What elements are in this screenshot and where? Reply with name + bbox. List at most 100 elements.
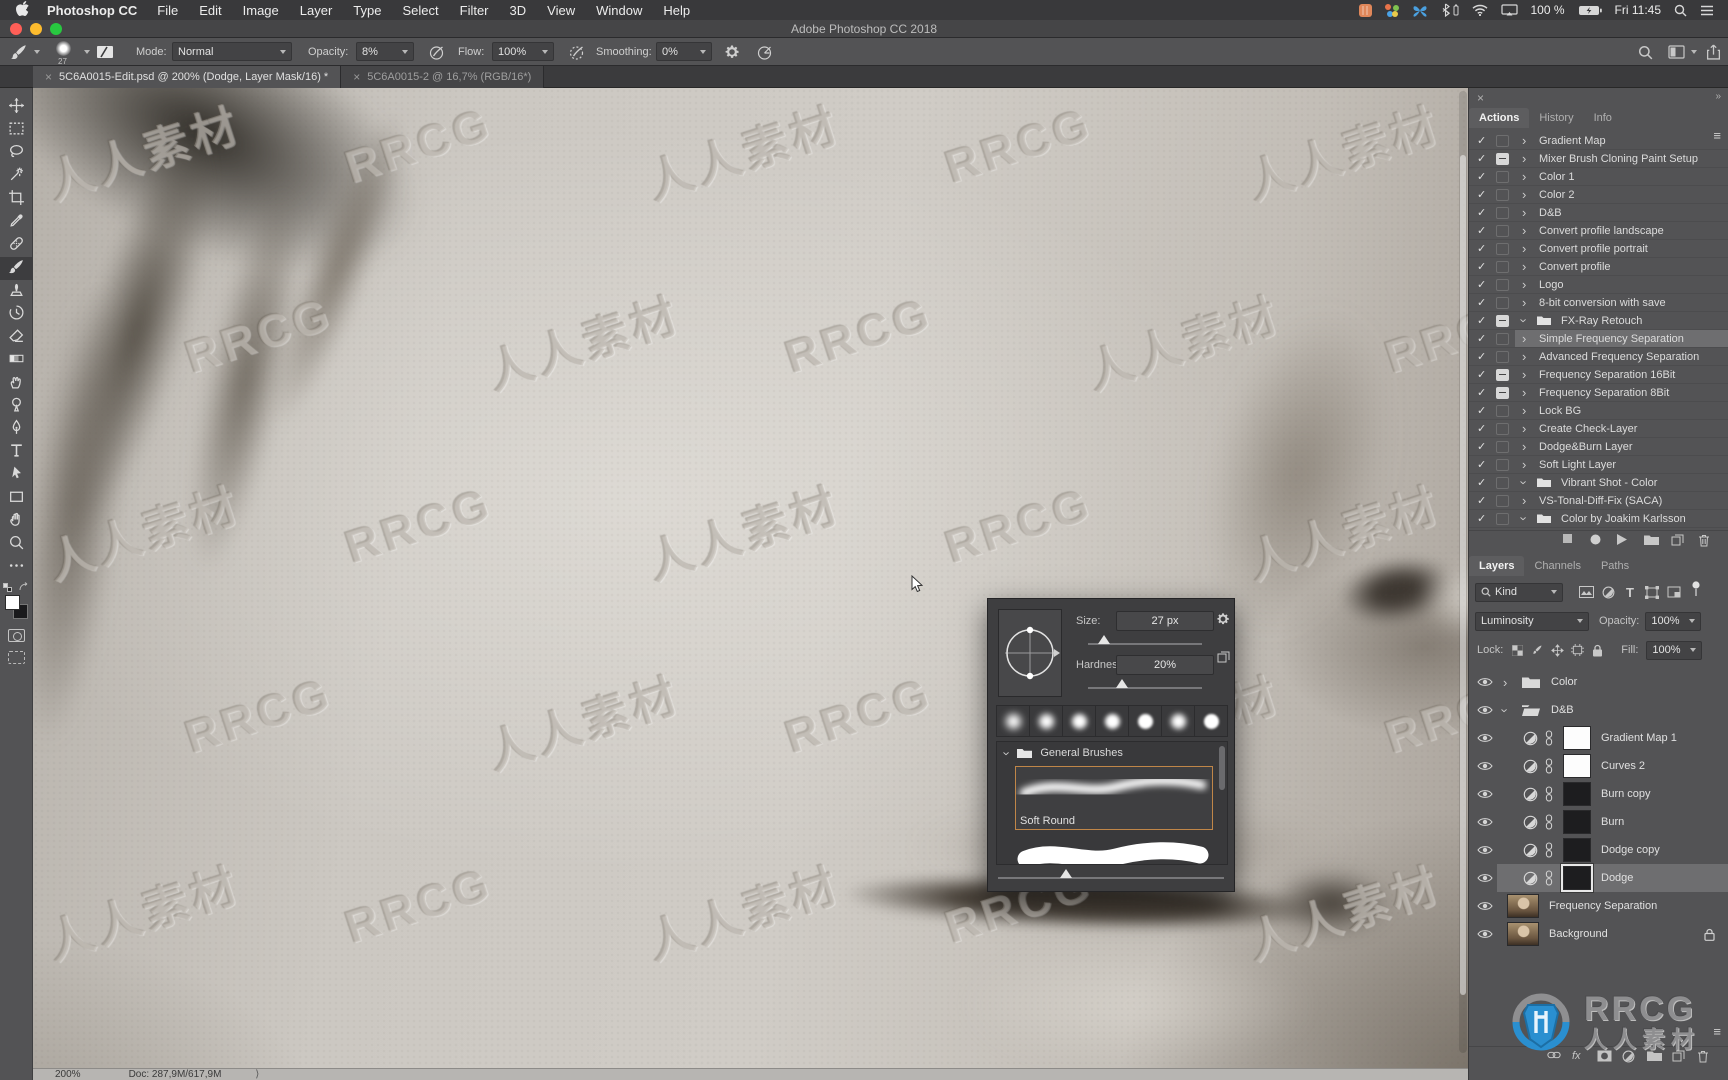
- new-action-button[interactable]: [1671, 534, 1684, 549]
- filter-image-icon[interactable]: [1575, 586, 1597, 598]
- flow-select[interactable]: 100%: [492, 42, 554, 61]
- tool-pen[interactable]: [0, 418, 33, 441]
- swap-colors-icon[interactable]: [18, 582, 30, 593]
- blend-mode-select[interactable]: Normal: [172, 42, 292, 61]
- filter-type-icon[interactable]: T: [1619, 585, 1641, 600]
- new-brush-preset-icon[interactable]: [1217, 651, 1230, 666]
- layer-row[interactable]: Background: [1469, 920, 1728, 948]
- chevron-down-icon[interactable]: ›: [1498, 703, 1513, 718]
- close-tab-icon[interactable]: ×: [353, 70, 360, 84]
- action-row[interactable]: ✓ › FX-Ray Retouch: [1469, 312, 1728, 330]
- brush-preset-soft-round[interactable]: Soft Round: [1015, 766, 1213, 830]
- action-enabled-check[interactable]: ✓: [1477, 512, 1489, 525]
- tool-zoom[interactable]: [0, 533, 33, 556]
- layer-visibility-eye-icon[interactable]: [1477, 676, 1497, 688]
- action-dialog-toggle[interactable]: [1496, 134, 1509, 147]
- brush-angle-icon[interactable]: [756, 38, 774, 66]
- action-dialog-toggle[interactable]: [1496, 368, 1509, 381]
- adjustment-layer-icon[interactable]: [1523, 787, 1538, 802]
- adjustment-layer-icon[interactable]: [1523, 731, 1538, 746]
- layer-visibility-eye-icon[interactable]: [1477, 844, 1497, 856]
- preview-size-thumb[interactable]: [1060, 869, 1072, 878]
- chevron-right-icon[interactable]: ›: [1522, 187, 1530, 202]
- panel-collapse-icon[interactable]: »: [1715, 91, 1720, 102]
- action-dialog-toggle[interactable]: [1496, 206, 1509, 219]
- airbrush-icon[interactable]: [568, 38, 586, 66]
- adjustment-layer-icon[interactable]: [1523, 871, 1538, 886]
- menu-file[interactable]: File: [157, 3, 178, 18]
- filter-adjustment-icon[interactable]: [1597, 586, 1619, 599]
- toggle-brush-panel-button[interactable]: [96, 38, 114, 66]
- mask-link-icon[interactable]: [1545, 814, 1553, 830]
- action-dialog-toggle[interactable]: [1496, 440, 1509, 453]
- tool-clone-stamp[interactable]: [0, 280, 33, 303]
- size-slider[interactable]: [1088, 635, 1202, 645]
- action-enabled-check[interactable]: ✓: [1477, 332, 1489, 345]
- chevron-right-icon[interactable]: ›: [1522, 277, 1530, 292]
- tool-path-selection[interactable]: [0, 464, 33, 487]
- preview-size-slider[interactable]: [998, 869, 1224, 879]
- action-enabled-check[interactable]: ✓: [1477, 386, 1489, 399]
- adjustment-layer-icon[interactable]: [1523, 759, 1538, 774]
- chevron-down-icon[interactable]: ›: [1517, 313, 1532, 328]
- brush-list-scrollbar[interactable]: [1219, 746, 1225, 790]
- layer-row[interactable]: Burn: [1469, 808, 1728, 836]
- tab-info[interactable]: Info: [1584, 108, 1622, 128]
- layer-visibility-eye-icon[interactable]: [1477, 900, 1497, 912]
- menu-3d[interactable]: 3D: [510, 3, 527, 18]
- menu-view[interactable]: View: [547, 3, 575, 18]
- action-dialog-toggle[interactable]: [1496, 224, 1509, 237]
- action-dialog-toggle[interactable]: [1496, 188, 1509, 201]
- workspace-switcher[interactable]: [1668, 38, 1697, 66]
- brush-preset-dot[interactable]: [1129, 706, 1161, 736]
- brush-gear-icon[interactable]: [1216, 612, 1230, 629]
- action-dialog-toggle[interactable]: [1496, 386, 1509, 399]
- action-enabled-check[interactable]: ✓: [1477, 296, 1489, 309]
- delete-button[interactable]: [1698, 534, 1710, 550]
- document-canvas[interactable]: 人人素材 RRCG 人人素材 RRCG 人人素材 RRCG 人人素材 RRCG 人人素材 RRCG…: [33, 88, 1468, 1068]
- tab-channels[interactable]: Channels: [1524, 556, 1590, 576]
- tool-dodge[interactable]: [0, 395, 33, 418]
- screen-mode-icon[interactable]: [7, 651, 25, 664]
- menu-type[interactable]: Type: [353, 3, 381, 18]
- mask-link-icon[interactable]: [1545, 870, 1553, 886]
- active-app-name[interactable]: Photoshop CC: [47, 3, 137, 18]
- creative-cloud-icon[interactable]: [1384, 3, 1399, 17]
- layer-visibility-eye-icon[interactable]: [1477, 760, 1497, 772]
- action-enabled-check[interactable]: ✓: [1477, 314, 1489, 327]
- menu-edit[interactable]: Edit: [199, 3, 221, 18]
- action-dialog-toggle[interactable]: [1496, 332, 1509, 345]
- action-dialog-toggle[interactable]: [1496, 404, 1509, 417]
- layer-mask-thumbnail[interactable]: [1563, 810, 1591, 834]
- tool-rectangle[interactable]: [0, 487, 33, 510]
- layer-mask-thumbnail[interactable]: [1563, 726, 1591, 750]
- action-row[interactable]: ✓ › Lock BG: [1469, 402, 1728, 420]
- layer-filter-select[interactable]: Kind: [1475, 582, 1563, 602]
- layer-visibility-eye-icon[interactable]: [1477, 704, 1497, 716]
- tool-move[interactable]: [0, 96, 33, 119]
- layer-mask-thumbnail[interactable]: [1563, 866, 1591, 890]
- adjustment-layer-icon[interactable]: [1523, 815, 1538, 830]
- action-enabled-check[interactable]: ✓: [1477, 404, 1489, 417]
- app-icon-orange[interactable]: [1358, 3, 1372, 17]
- spotlight-search-icon[interactable]: [1674, 4, 1687, 17]
- menu-image[interactable]: Image: [243, 3, 279, 18]
- hardness-slider-thumb[interactable]: [1116, 679, 1128, 688]
- zoom-level-field[interactable]: 200%: [55, 1069, 81, 1080]
- chevron-right-icon[interactable]: ›: [1522, 385, 1530, 400]
- action-enabled-check[interactable]: ✓: [1477, 458, 1489, 471]
- status-chevron-icon[interactable]: ⟩: [255, 1069, 259, 1080]
- action-row[interactable]: ✓ › Create Check-Layer: [1469, 420, 1728, 438]
- wifi-icon[interactable]: [1472, 4, 1488, 16]
- lock-artboard-icon[interactable]: [1567, 644, 1587, 656]
- action-row[interactable]: ✓ › Simple Frequency Separation: [1469, 330, 1728, 348]
- layer-opacity-select[interactable]: 100%: [1645, 611, 1702, 631]
- hardness-input[interactable]: 20%: [1116, 655, 1214, 675]
- layer-visibility-eye-icon[interactable]: [1477, 732, 1497, 744]
- action-row[interactable]: ✓ › Mixer Brush Cloning Paint Setup: [1469, 150, 1728, 168]
- layer-fill-select[interactable]: 100%: [1646, 640, 1703, 660]
- share-icon[interactable]: [1706, 38, 1721, 66]
- action-enabled-check[interactable]: ✓: [1477, 206, 1489, 219]
- foreground-color-swatch[interactable]: [4, 595, 20, 610]
- airplay-display-icon[interactable]: [1500, 4, 1518, 16]
